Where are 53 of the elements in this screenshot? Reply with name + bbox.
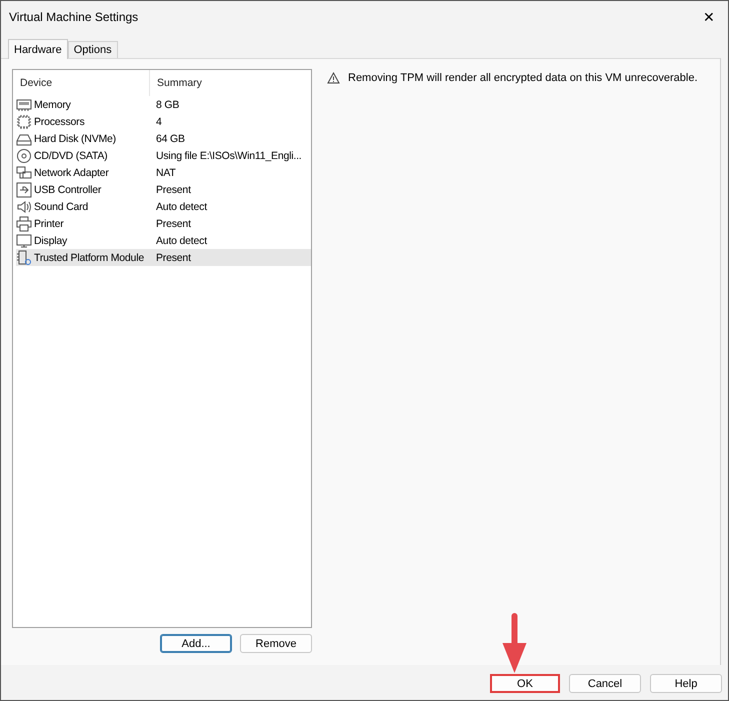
column-header[interactable]: Summary (150, 77, 202, 89)
device-row[interactable]: Hard Disk (NVMe) 64 GB (16, 130, 311, 147)
tab[interactable]: Options (68, 41, 118, 58)
network-icon (16, 164, 32, 180)
warning-icon (327, 72, 340, 84)
memory-icon (16, 96, 32, 112)
device-row[interactable]: Printer Present (16, 215, 311, 232)
list-button[interactable]: Add... (160, 634, 232, 653)
device-row[interactable]: Display Auto detect (16, 232, 311, 249)
device-row[interactable]: Processors 4 (16, 113, 311, 130)
device-summary: 8 GB (155, 98, 180, 110)
device-name: Display (34, 234, 68, 246)
warning-message: Removing TPM will render all encrypted data on this VM unrecoverable. (348, 72, 698, 84)
tpm-icon (16, 250, 32, 266)
device-row[interactable]: Trusted Platform Module Present (16, 249, 311, 266)
device-name: Hard Disk (NVMe) (34, 132, 116, 144)
dialog-button[interactable]: Cancel (569, 674, 641, 693)
window-title: Virtual Machine Settings (9, 10, 138, 24)
close-button[interactable]: ✕ (694, 8, 724, 24)
device-name: CD/DVD (SATA) (34, 150, 108, 162)
device-summary: Present (155, 218, 191, 230)
device-row[interactable]: USB Controller Present (16, 181, 311, 198)
printer-icon (16, 216, 32, 232)
device-name: USB Controller (34, 184, 102, 196)
device-summary: Present (155, 184, 191, 196)
device-name: Processors (34, 116, 85, 128)
device-row[interactable]: Memory 8 GB (16, 96, 311, 113)
device-name: Memory (34, 98, 71, 110)
usb-icon (16, 182, 32, 198)
device-summary: Present (155, 252, 191, 264)
display-icon (16, 232, 32, 248)
dialog-button[interactable]: Help (650, 674, 722, 693)
device-summary: NAT (155, 166, 176, 178)
cpu-icon (16, 114, 32, 130)
device-summary: Auto detect (155, 234, 207, 246)
device-summary: Auto detect (155, 200, 207, 212)
tab[interactable]: Hardware (8, 39, 68, 59)
device-summary: Using file E:\ISOs\Win11_Engli... (155, 150, 302, 162)
device-row[interactable]: CD/DVD (SATA) Using file E:\ISOs\Win11_Engli... (16, 147, 311, 164)
device-row[interactable]: Sound Card Auto detect (16, 198, 311, 215)
device-name: Printer (34, 218, 64, 230)
device-summary: 64 GB (155, 132, 185, 144)
device-name: Network Adapter (34, 166, 109, 178)
list-button[interactable]: Remove (240, 634, 312, 653)
device-name: Sound Card (34, 200, 88, 212)
device-summary: 4 (155, 116, 162, 128)
device-row[interactable]: Network Adapter NAT (16, 164, 311, 181)
disc-icon (16, 148, 32, 164)
sound-icon (16, 198, 32, 214)
arrow-icon (502, 613, 527, 673)
device-name: Trusted Platform Module (34, 252, 144, 264)
dialog-button[interactable]: OK (490, 674, 560, 693)
column-header[interactable]: Device (13, 70, 150, 96)
